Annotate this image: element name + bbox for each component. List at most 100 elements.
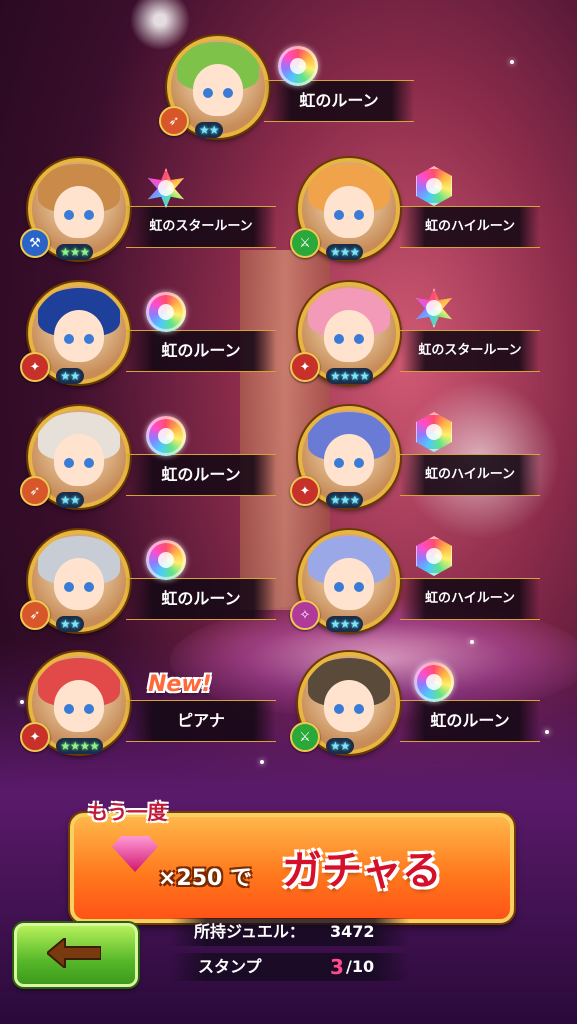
portrait-eye — [334, 210, 344, 220]
portrait-eye — [84, 582, 94, 592]
portrait-face — [54, 558, 104, 610]
dagger-class-icon: ✦ — [290, 476, 320, 506]
portrait-eye — [64, 210, 74, 220]
rainbow-high-rune-icon — [416, 166, 452, 206]
portrait-face — [324, 310, 374, 362]
portrait-face — [54, 434, 104, 486]
rainbow-star-rune-icon — [416, 288, 452, 328]
reward-label: 虹のハイルーン — [400, 206, 540, 248]
jewel-count-row: 所持ジュエル： 3472 — [170, 918, 410, 946]
again-title: もう一度 — [88, 800, 168, 824]
rune-core — [426, 424, 442, 440]
rarity-stars: ★★ — [195, 122, 223, 138]
rune-core — [426, 178, 442, 194]
rarity-stars: ★★ — [326, 738, 354, 754]
portrait-face — [54, 186, 104, 238]
rainbow-rune-icon — [278, 46, 318, 86]
rarity-stars: ★★ — [56, 492, 84, 508]
reward-label: 虹のルーン — [126, 578, 276, 620]
rainbow-high-rune-icon — [416, 412, 452, 452]
rune-core — [426, 548, 442, 564]
dagger-class-icon: ✦ — [20, 352, 50, 382]
sparkle — [510, 60, 514, 64]
portrait-face — [324, 558, 374, 610]
rarity-stars: ★★ — [56, 368, 84, 384]
portrait-eye — [64, 458, 74, 468]
rune-core — [290, 58, 306, 74]
rarity-stars: ★★★ — [56, 244, 94, 260]
rainbow-rune-icon — [414, 662, 454, 702]
portrait-eye — [64, 582, 74, 592]
portrait-eye — [223, 88, 233, 98]
new-badge: New! — [148, 672, 212, 697]
rainbow-star-rune-icon — [148, 168, 184, 208]
bow-class-icon: ➶ — [159, 106, 189, 136]
portrait-eye — [334, 458, 344, 468]
rune-core — [158, 304, 174, 320]
reward-label: 虹のスタールーン — [126, 206, 276, 248]
back-button[interactable] — [14, 923, 138, 987]
reward-label: 虹のハイルーン — [400, 578, 540, 620]
axe-class-icon: ⚒ — [20, 228, 50, 258]
dagger-class-icon: ✦ — [290, 352, 320, 382]
portrait-eye — [354, 210, 364, 220]
gacha-cost: ×250 で — [158, 866, 253, 891]
portrait-eye — [334, 334, 344, 344]
sparkle — [260, 760, 264, 764]
rune-core — [158, 180, 174, 196]
reward-label: 虹のハイルーン — [400, 454, 540, 496]
portrait-eye — [84, 458, 94, 468]
portrait-face — [54, 680, 104, 732]
portrait-eye — [334, 704, 344, 714]
rainbow-high-rune-icon — [416, 536, 452, 576]
rarity-stars: ★★★ — [326, 244, 364, 260]
reward-label: 虹のルーン — [400, 700, 540, 742]
portrait-eye — [203, 88, 213, 98]
bow-class-icon: ➶ — [20, 476, 50, 506]
back-arrow-icon — [47, 938, 101, 968]
gacha-action-label: ガチャる — [282, 848, 442, 894]
rainbow-rune-icon — [146, 416, 186, 456]
reward-label: 虹のルーン — [264, 80, 414, 122]
portrait-eye — [84, 210, 94, 220]
portrait-eye — [354, 582, 364, 592]
stamp-total: /10 — [346, 957, 375, 976]
stamp-row: スタンプ 3 /10 — [170, 953, 410, 981]
portrait-face — [324, 434, 374, 486]
wand-class-icon: ✧ — [290, 600, 320, 630]
portrait-face — [324, 680, 374, 732]
rarity-stars: ★★★ — [326, 616, 364, 632]
portrait-eye — [354, 458, 364, 468]
portrait-eye — [354, 704, 364, 714]
portrait-eye — [334, 582, 344, 592]
portrait-face — [193, 64, 243, 116]
rune-core — [426, 300, 442, 316]
blade-class-icon: ⚔ — [290, 228, 320, 258]
rune-core — [426, 674, 442, 690]
rarity-stars: ★★★★ — [56, 738, 104, 754]
blade-class-icon: ⚔ — [290, 722, 320, 752]
portrait-eye — [64, 334, 74, 344]
portrait-eye — [84, 334, 94, 344]
dagger-class-icon: ✦ — [20, 722, 50, 752]
reward-label: 虹のルーン — [126, 330, 276, 372]
rarity-stars: ★★★★ — [326, 368, 374, 384]
rainbow-rune-icon — [146, 292, 186, 332]
bow-class-icon: ➶ — [20, 600, 50, 630]
reward-label: ピアナ — [126, 700, 276, 742]
sparkle — [20, 700, 24, 704]
jewel-count-label: 所持ジュエル： — [194, 922, 305, 941]
rune-core — [158, 552, 174, 568]
reward-label: 虹のルーン — [126, 454, 276, 496]
rarity-stars: ★★ — [56, 616, 84, 632]
portrait-face — [54, 310, 104, 362]
stamp-label: スタンプ — [198, 957, 262, 976]
portrait-face — [324, 186, 374, 238]
portrait-eye — [354, 334, 364, 344]
stamp-current: 3 — [330, 955, 344, 979]
sparkle — [545, 730, 549, 734]
rarity-stars: ★★★ — [326, 492, 364, 508]
sparkle — [470, 640, 474, 644]
rune-core — [158, 428, 174, 444]
rainbow-rune-icon — [146, 540, 186, 580]
